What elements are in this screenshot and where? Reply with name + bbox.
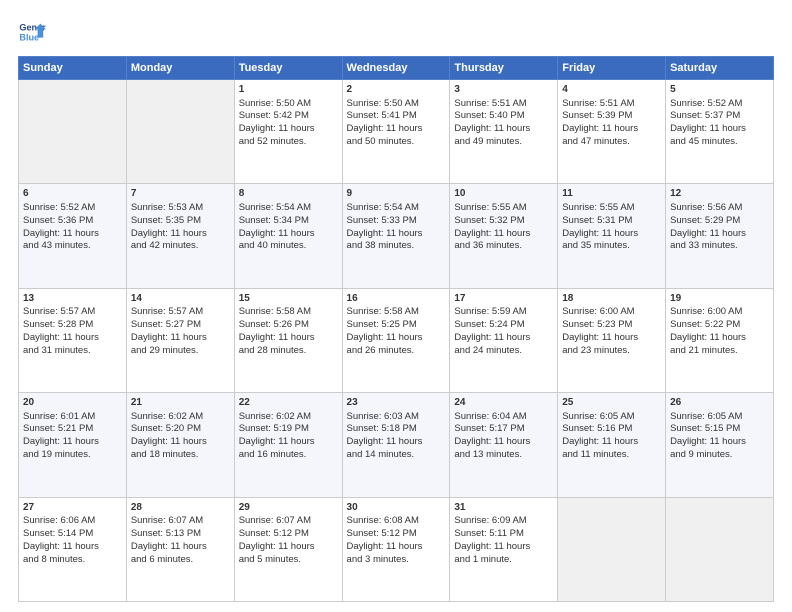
day-number: 14 [131,292,230,306]
day-number: 18 [562,292,661,306]
day-cell: 5Sunrise: 5:52 AMSunset: 5:37 PMDaylight… [666,80,774,184]
weekday-monday: Monday [126,57,234,80]
day-cell: 7Sunrise: 5:53 AMSunset: 5:35 PMDaylight… [126,184,234,288]
day-number: 6 [23,187,122,201]
day-cell: 3Sunrise: 5:51 AMSunset: 5:40 PMDaylight… [450,80,558,184]
day-cell: 29Sunrise: 6:07 AMSunset: 5:12 PMDayligh… [234,497,342,601]
day-number: 9 [347,187,446,201]
day-number: 30 [347,501,446,515]
logo-icon: General Blue [18,18,46,46]
weekday-tuesday: Tuesday [234,57,342,80]
day-number: 5 [670,83,769,97]
day-cell: 13Sunrise: 5:57 AMSunset: 5:28 PMDayligh… [19,288,127,392]
day-cell: 6Sunrise: 5:52 AMSunset: 5:36 PMDaylight… [19,184,127,288]
day-cell: 17Sunrise: 5:59 AMSunset: 5:24 PMDayligh… [450,288,558,392]
day-cell [126,80,234,184]
week-row-4: 20Sunrise: 6:01 AMSunset: 5:21 PMDayligh… [19,393,774,497]
logo: General Blue [18,18,50,46]
header: General Blue [18,18,774,46]
day-cell: 25Sunrise: 6:05 AMSunset: 5:16 PMDayligh… [558,393,666,497]
day-cell: 12Sunrise: 5:56 AMSunset: 5:29 PMDayligh… [666,184,774,288]
day-cell: 2Sunrise: 5:50 AMSunset: 5:41 PMDaylight… [342,80,450,184]
weekday-friday: Friday [558,57,666,80]
day-number: 7 [131,187,230,201]
day-cell: 19Sunrise: 6:00 AMSunset: 5:22 PMDayligh… [666,288,774,392]
day-cell: 9Sunrise: 5:54 AMSunset: 5:33 PMDaylight… [342,184,450,288]
svg-text:Blue: Blue [19,32,39,42]
day-number: 17 [454,292,553,306]
day-number: 8 [239,187,338,201]
day-number: 13 [23,292,122,306]
day-cell: 28Sunrise: 6:07 AMSunset: 5:13 PMDayligh… [126,497,234,601]
day-cell: 18Sunrise: 6:00 AMSunset: 5:23 PMDayligh… [558,288,666,392]
day-number: 19 [670,292,769,306]
day-cell: 11Sunrise: 5:55 AMSunset: 5:31 PMDayligh… [558,184,666,288]
day-cell: 30Sunrise: 6:08 AMSunset: 5:12 PMDayligh… [342,497,450,601]
day-number: 12 [670,187,769,201]
day-cell [19,80,127,184]
weekday-header-row: SundayMondayTuesdayWednesdayThursdayFrid… [19,57,774,80]
day-number: 28 [131,501,230,515]
day-number: 2 [347,83,446,97]
week-row-3: 13Sunrise: 5:57 AMSunset: 5:28 PMDayligh… [19,288,774,392]
day-number: 10 [454,187,553,201]
day-cell: 27Sunrise: 6:06 AMSunset: 5:14 PMDayligh… [19,497,127,601]
day-cell: 8Sunrise: 5:54 AMSunset: 5:34 PMDaylight… [234,184,342,288]
day-number: 23 [347,396,446,410]
day-cell: 1Sunrise: 5:50 AMSunset: 5:42 PMDaylight… [234,80,342,184]
weekday-thursday: Thursday [450,57,558,80]
day-number: 22 [239,396,338,410]
day-number: 15 [239,292,338,306]
day-cell: 24Sunrise: 6:04 AMSunset: 5:17 PMDayligh… [450,393,558,497]
day-cell: 10Sunrise: 5:55 AMSunset: 5:32 PMDayligh… [450,184,558,288]
day-number: 16 [347,292,446,306]
day-number: 21 [131,396,230,410]
day-number: 1 [239,83,338,97]
weekday-sunday: Sunday [19,57,127,80]
day-cell: 31Sunrise: 6:09 AMSunset: 5:11 PMDayligh… [450,497,558,601]
day-cell: 16Sunrise: 5:58 AMSunset: 5:25 PMDayligh… [342,288,450,392]
calendar-table: SundayMondayTuesdayWednesdayThursdayFrid… [18,56,774,602]
weekday-saturday: Saturday [666,57,774,80]
day-cell: 20Sunrise: 6:01 AMSunset: 5:21 PMDayligh… [19,393,127,497]
weekday-wednesday: Wednesday [342,57,450,80]
day-cell: 4Sunrise: 5:51 AMSunset: 5:39 PMDaylight… [558,80,666,184]
day-number: 24 [454,396,553,410]
day-number: 4 [562,83,661,97]
week-row-2: 6Sunrise: 5:52 AMSunset: 5:36 PMDaylight… [19,184,774,288]
day-number: 31 [454,501,553,515]
day-number: 11 [562,187,661,201]
page: General Blue SundayMondayTuesdayWednesda… [0,0,792,612]
week-row-1: 1Sunrise: 5:50 AMSunset: 5:42 PMDaylight… [19,80,774,184]
day-cell [558,497,666,601]
day-cell: 22Sunrise: 6:02 AMSunset: 5:19 PMDayligh… [234,393,342,497]
week-row-5: 27Sunrise: 6:06 AMSunset: 5:14 PMDayligh… [19,497,774,601]
day-cell: 26Sunrise: 6:05 AMSunset: 5:15 PMDayligh… [666,393,774,497]
day-number: 25 [562,396,661,410]
day-cell [666,497,774,601]
day-cell: 14Sunrise: 5:57 AMSunset: 5:27 PMDayligh… [126,288,234,392]
day-number: 27 [23,501,122,515]
day-number: 3 [454,83,553,97]
day-cell: 23Sunrise: 6:03 AMSunset: 5:18 PMDayligh… [342,393,450,497]
day-number: 20 [23,396,122,410]
day-number: 29 [239,501,338,515]
day-number: 26 [670,396,769,410]
day-cell: 15Sunrise: 5:58 AMSunset: 5:26 PMDayligh… [234,288,342,392]
day-cell: 21Sunrise: 6:02 AMSunset: 5:20 PMDayligh… [126,393,234,497]
